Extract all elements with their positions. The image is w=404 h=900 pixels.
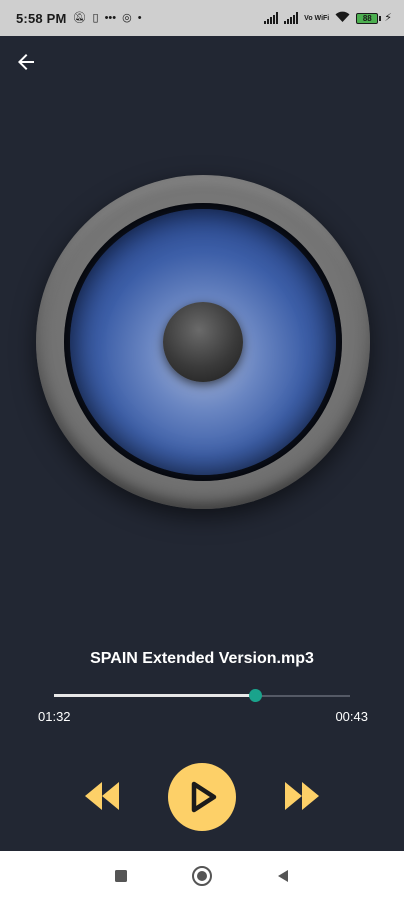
signal-icon bbox=[264, 12, 279, 24]
nav-recents-button[interactable] bbox=[101, 856, 141, 896]
square-icon bbox=[114, 869, 127, 882]
remaining-time: 00:43 bbox=[335, 709, 368, 724]
notification-dot-icon: • bbox=[137, 11, 142, 24]
battery-level: 88 bbox=[362, 13, 372, 23]
track-title: SPAIN Extended Version.mp3 bbox=[90, 650, 314, 667]
rewind-button[interactable] bbox=[78, 772, 126, 820]
charging-icon: ⚡︎ bbox=[384, 11, 392, 24]
triangle-icon bbox=[278, 869, 289, 882]
arrow-left-icon bbox=[18, 54, 34, 70]
nav-home-button[interactable] bbox=[182, 856, 222, 896]
elapsed-time: 01:32 bbox=[38, 709, 71, 724]
seek-thumb[interactable] bbox=[249, 689, 263, 702]
seek-progress bbox=[54, 694, 256, 697]
seekbar[interactable] bbox=[54, 689, 350, 702]
speaker-artwork bbox=[36, 175, 370, 509]
signal-icon-2 bbox=[284, 12, 299, 24]
back-button[interactable] bbox=[10, 46, 42, 78]
nav-back-button[interactable] bbox=[263, 856, 303, 896]
rewind-icon bbox=[85, 782, 119, 810]
wifi-icon bbox=[335, 11, 350, 26]
play-icon bbox=[191, 781, 217, 813]
battery-icon: 88 bbox=[356, 12, 382, 24]
muted-bell-icon: 🔕︎ bbox=[72, 11, 87, 24]
status-time: 5:58 PM bbox=[16, 10, 67, 26]
fast-forward-icon bbox=[285, 782, 319, 810]
system-nav-bar bbox=[0, 851, 404, 900]
circle-icon bbox=[191, 865, 212, 886]
sync-icon: ◎ bbox=[122, 11, 132, 24]
volte-wifi-label: Vo WiFi bbox=[304, 14, 330, 22]
status-right: Vo WiFi 88 ⚡︎ bbox=[264, 11, 392, 26]
status-left: 5:58 PM 🔕︎ ▯ ••• ◎ • bbox=[16, 11, 142, 26]
fast-forward-button[interactable] bbox=[278, 772, 326, 820]
lock-icon: ▯ bbox=[92, 11, 99, 24]
play-button[interactable] bbox=[168, 763, 236, 831]
dots-icon: ••• bbox=[104, 11, 117, 24]
status-bar: 5:58 PM 🔕︎ ▯ ••• ◎ • Vo WiFi 88 ⚡︎ bbox=[0, 0, 404, 36]
speaker-dust-cap bbox=[163, 302, 243, 382]
